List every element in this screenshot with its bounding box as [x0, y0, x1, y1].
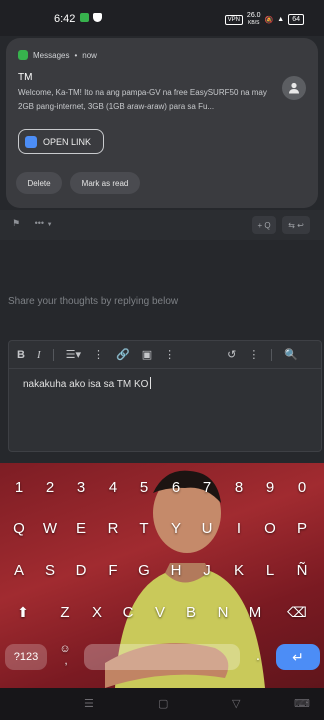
reply-prompt: Share your thoughts by replying below — [8, 296, 179, 307]
key-7[interactable]: 7 — [194, 479, 220, 496]
notification-time: now — [82, 50, 97, 60]
notification-app-name: Messages — [33, 50, 70, 60]
text-caret — [150, 377, 152, 389]
quote-button[interactable]: + Q — [252, 216, 276, 234]
more-format-icon[interactable]: ⋮ — [93, 348, 104, 361]
key-l[interactable]: L — [257, 562, 283, 579]
key-h[interactable]: H — [163, 562, 189, 579]
key-2[interactable]: 2 — [37, 479, 63, 496]
flag-icon[interactable]: ⚑ — [12, 218, 20, 228]
home-icon[interactable]: ▢ — [158, 697, 168, 710]
more-options-button[interactable]: ••• — [35, 218, 44, 228]
soft-keyboard: 1 2 3 4 5 6 7 8 9 0 Q W E R T Y U I O P … — [0, 463, 324, 688]
undo-icon[interactable]: ↺ — [227, 348, 236, 361]
key-m[interactable]: M — [242, 604, 268, 621]
network-speed: 26.0 KB/S — [246, 12, 261, 26]
image-icon[interactable]: ▣ — [142, 348, 152, 361]
enter-key-icon[interactable]: ↵ — [276, 644, 320, 670]
key-j[interactable]: J — [194, 562, 220, 579]
shift-key-icon[interactable]: ⬆ — [10, 604, 36, 621]
key-9[interactable]: 9 — [257, 479, 283, 496]
messages-app-icon — [18, 50, 28, 60]
key-s[interactable]: S — [37, 562, 63, 579]
notification-title: TM — [18, 72, 33, 83]
delete-button[interactable]: Delete — [16, 172, 62, 194]
key-d[interactable]: D — [68, 562, 94, 579]
link-icon[interactable]: 🔗 — [116, 348, 130, 361]
post-actions-row: ⚑ ••• ▼ + Q ⇆ ↩ — [0, 210, 324, 240]
open-link-button[interactable]: OPEN LINK — [18, 129, 104, 154]
system-nav-bar: ☰ ▢ ▽ ⌨ — [0, 688, 324, 720]
key-y[interactable]: Y — [163, 520, 189, 537]
comma-key[interactable]: , — [53, 655, 79, 667]
shield-status-icon — [93, 13, 102, 22]
key-o[interactable]: O — [257, 520, 283, 537]
list-icon[interactable]: ☰▾ — [66, 348, 81, 361]
key-8[interactable]: 8 — [226, 479, 252, 496]
key-n[interactable]: N — [210, 604, 236, 621]
messages-status-icon — [80, 13, 89, 22]
keyboard-switch-icon[interactable]: ⌨ — [294, 697, 310, 710]
key-k[interactable]: K — [226, 562, 252, 579]
preview-icon[interactable]: 🔍 — [284, 348, 298, 361]
more-insert-icon[interactable]: ⋮ — [164, 348, 175, 361]
reply-editor[interactable]: B I ☰▾ ⋮ 🔗 ▣ ⋮ ↺ ⋮ 🔍 nakakuha ako isa sa… — [8, 340, 322, 452]
bold-button[interactable]: B — [17, 349, 25, 361]
reply-options-button[interactable]: ⇆ ↩ — [282, 216, 310, 234]
key-g[interactable]: G — [131, 562, 157, 579]
key-t[interactable]: T — [131, 520, 157, 537]
status-bar: 6:42 VPN 26.0 KB/S 🔕 ▲ 64 — [0, 0, 324, 36]
notification-header: Messages • now — [18, 50, 97, 60]
key-q[interactable]: Q — [6, 520, 32, 537]
editor-text[interactable]: nakakuha ako isa sa TM KO — [23, 377, 152, 390]
key-r[interactable]: R — [100, 520, 126, 537]
recents-icon[interactable]: ☰ — [84, 697, 94, 710]
key-e[interactable]: E — [68, 520, 94, 537]
notification-body: Welcome, Ka-TM! Ito na ang pampa-GV na f… — [18, 88, 267, 111]
key-w[interactable]: W — [37, 520, 63, 537]
editor-toolbar: B I ☰▾ ⋮ 🔗 ▣ ⋮ ↺ ⋮ 🔍 — [9, 341, 321, 369]
link-app-icon — [25, 135, 37, 148]
chevron-down-icon: ▼ — [46, 222, 53, 228]
key-n-tilde[interactable]: Ñ — [289, 562, 315, 579]
key-6[interactable]: 6 — [163, 479, 189, 496]
emoji-key-icon[interactable]: ☺ — [52, 643, 78, 655]
key-a[interactable]: A — [6, 562, 32, 579]
space-bar[interactable] — [84, 644, 240, 670]
key-3[interactable]: 3 — [68, 479, 94, 496]
key-f[interactable]: F — [100, 562, 126, 579]
mark-as-read-button[interactable]: Mark as read — [70, 172, 140, 194]
key-c[interactable]: C — [115, 604, 141, 621]
italic-button[interactable]: I — [37, 349, 41, 361]
back-icon[interactable]: ▽ — [232, 697, 240, 710]
multi-quote-icon: ⇆ ↩ — [288, 220, 304, 230]
key-0[interactable]: 0 — [289, 479, 315, 496]
key-1[interactable]: 1 — [6, 479, 32, 496]
more-edit-icon[interactable]: ⋮ — [248, 348, 259, 361]
symbols-key[interactable]: ?123 — [5, 644, 47, 670]
key-5[interactable]: 5 — [131, 479, 157, 496]
key-u[interactable]: U — [194, 520, 220, 537]
sms-notification[interactable]: Messages • now TM Welcome, Ka-TM! Ito na… — [6, 38, 318, 208]
key-v[interactable]: V — [147, 604, 173, 621]
key-b[interactable]: B — [178, 604, 204, 621]
period-key[interactable]: . — [245, 647, 271, 664]
key-z[interactable]: Z — [52, 604, 78, 621]
key-i[interactable]: I — [226, 520, 252, 537]
contact-avatar-icon — [282, 76, 306, 100]
battery-indicator: 64 — [288, 14, 304, 25]
key-x[interactable]: X — [84, 604, 110, 621]
key-4[interactable]: 4 — [100, 479, 126, 496]
key-p[interactable]: P — [289, 520, 315, 537]
backspace-key-icon[interactable]: ⌫ — [284, 604, 310, 621]
status-time: 6:42 — [54, 13, 76, 25]
mute-icon: 🔕 — [264, 16, 274, 24]
signal-icon: ▲ — [277, 16, 285, 23]
vpn-badge: VPN — [224, 14, 243, 25]
